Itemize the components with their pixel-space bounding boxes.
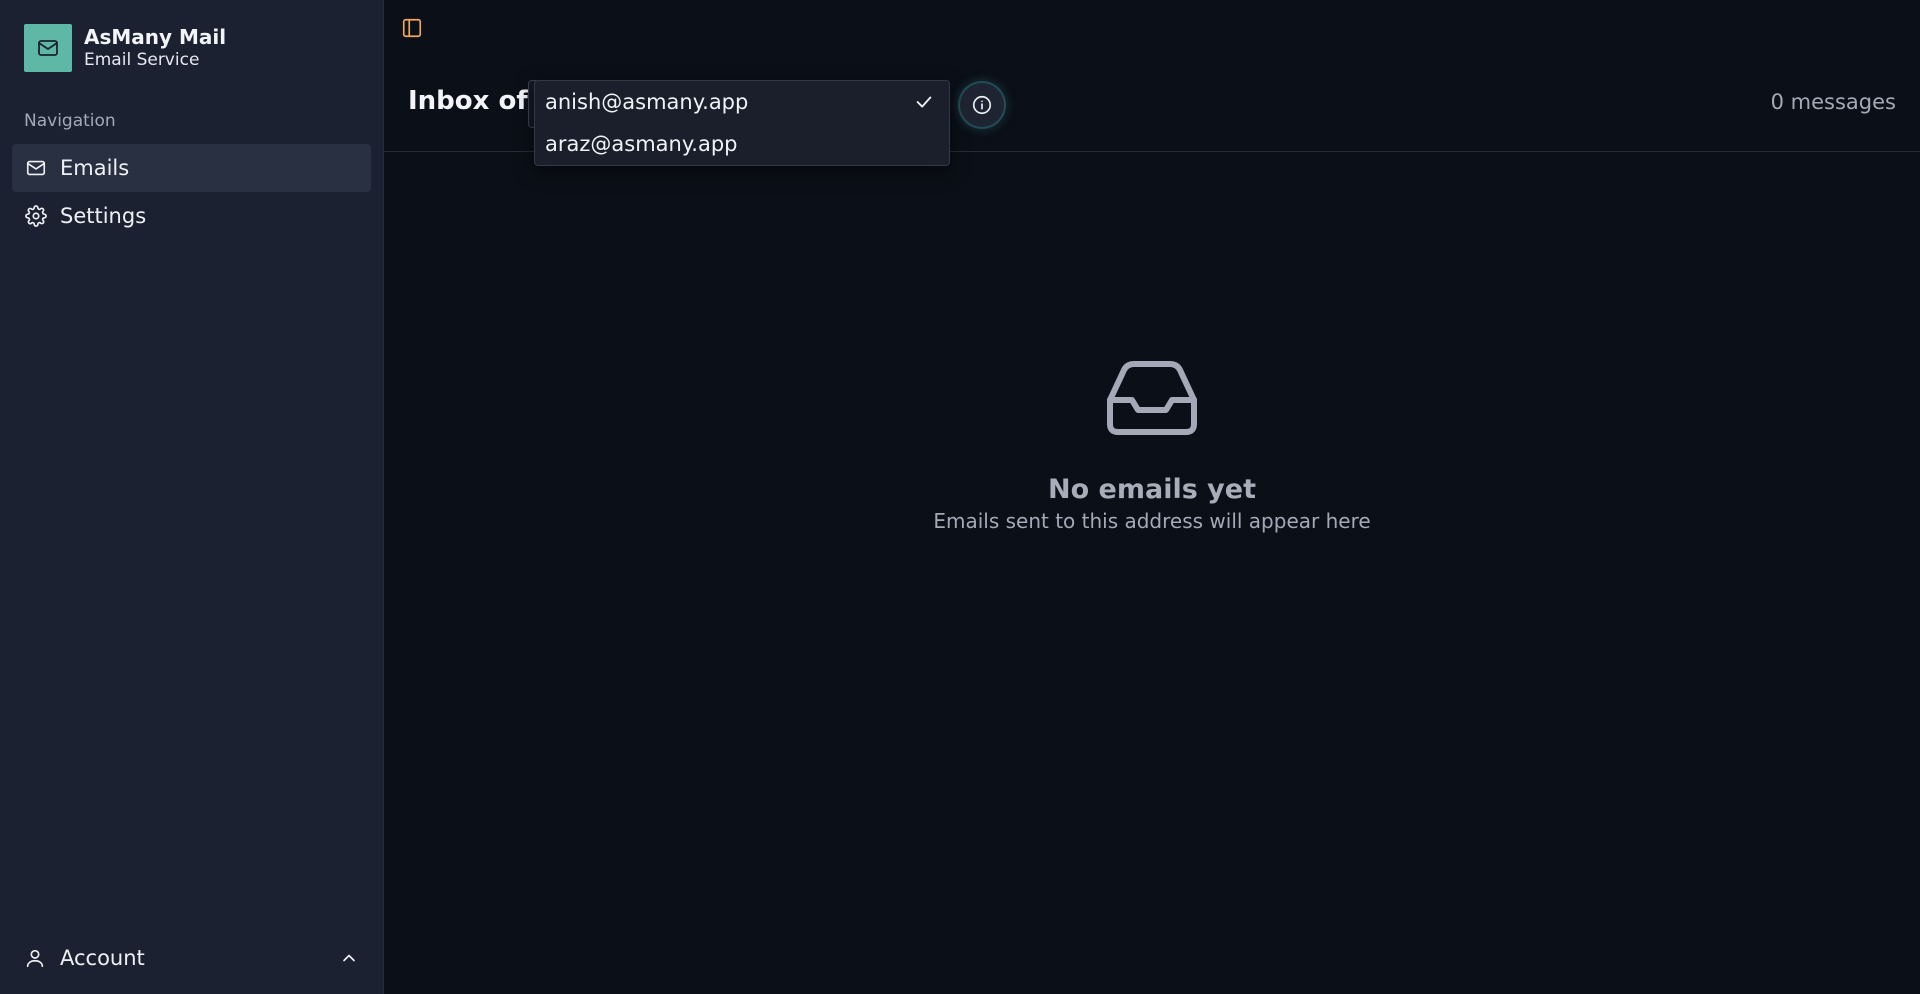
check-icon [913, 91, 935, 113]
mail-icon [24, 156, 48, 180]
empty-title: No emails yet [1047, 474, 1256, 505]
address-dropdown: anish@asmany.app araz@asmany.app [534, 80, 950, 166]
brand: AsMany Mail Email Service [0, 0, 383, 72]
sidebar-item-label: Emails [60, 156, 130, 180]
account-menu-button[interactable]: Account [12, 936, 371, 980]
dropdown-option-anish[interactable]: anish@asmany.app [535, 81, 949, 123]
empty-subtitle: Emails sent to this address will appear … [933, 509, 1371, 533]
info-button[interactable] [960, 83, 1004, 127]
sidebar-item-settings[interactable]: Settings [12, 192, 371, 240]
mail-logo-icon [24, 24, 72, 72]
message-count: 0 messages [1770, 90, 1896, 114]
sidebar-toggle-icon[interactable] [400, 16, 424, 40]
main-content: Inbox of anish@asmany.app araz@asmany.ap… [384, 0, 1920, 994]
inbox-tray-icon [384, 360, 1920, 436]
brand-subtitle: Email Service [84, 50, 200, 70]
brand-name: AsMany Mail [84, 25, 227, 49]
info-icon [971, 94, 993, 116]
account-label: Account [60, 946, 145, 970]
sidebar-item-emails[interactable]: Emails [12, 144, 371, 192]
inbox-header: Inbox of anish@asmany.app araz@asmany.ap… [384, 72, 1920, 166]
sidebar-item-label: Settings [60, 204, 147, 228]
app-root: AsMany Mail Email Service Navigation Ema… [0, 0, 1920, 994]
dropdown-option-araz[interactable]: araz@asmany.app [535, 123, 949, 165]
sidebar: AsMany Mail Email Service Navigation Ema… [0, 0, 384, 994]
chevron-up-icon [339, 948, 359, 968]
option-label: araz@asmany.app [545, 132, 738, 156]
user-icon [24, 946, 48, 970]
sidebar-nav: Emails Settings [0, 144, 383, 240]
nav-heading: Navigation [24, 111, 116, 131]
option-label: anish@asmany.app [545, 90, 749, 114]
empty-state: No emails yet Emails sent to this addres… [384, 360, 1920, 533]
gear-icon [24, 204, 48, 228]
page-title: Inbox of [408, 86, 528, 116]
